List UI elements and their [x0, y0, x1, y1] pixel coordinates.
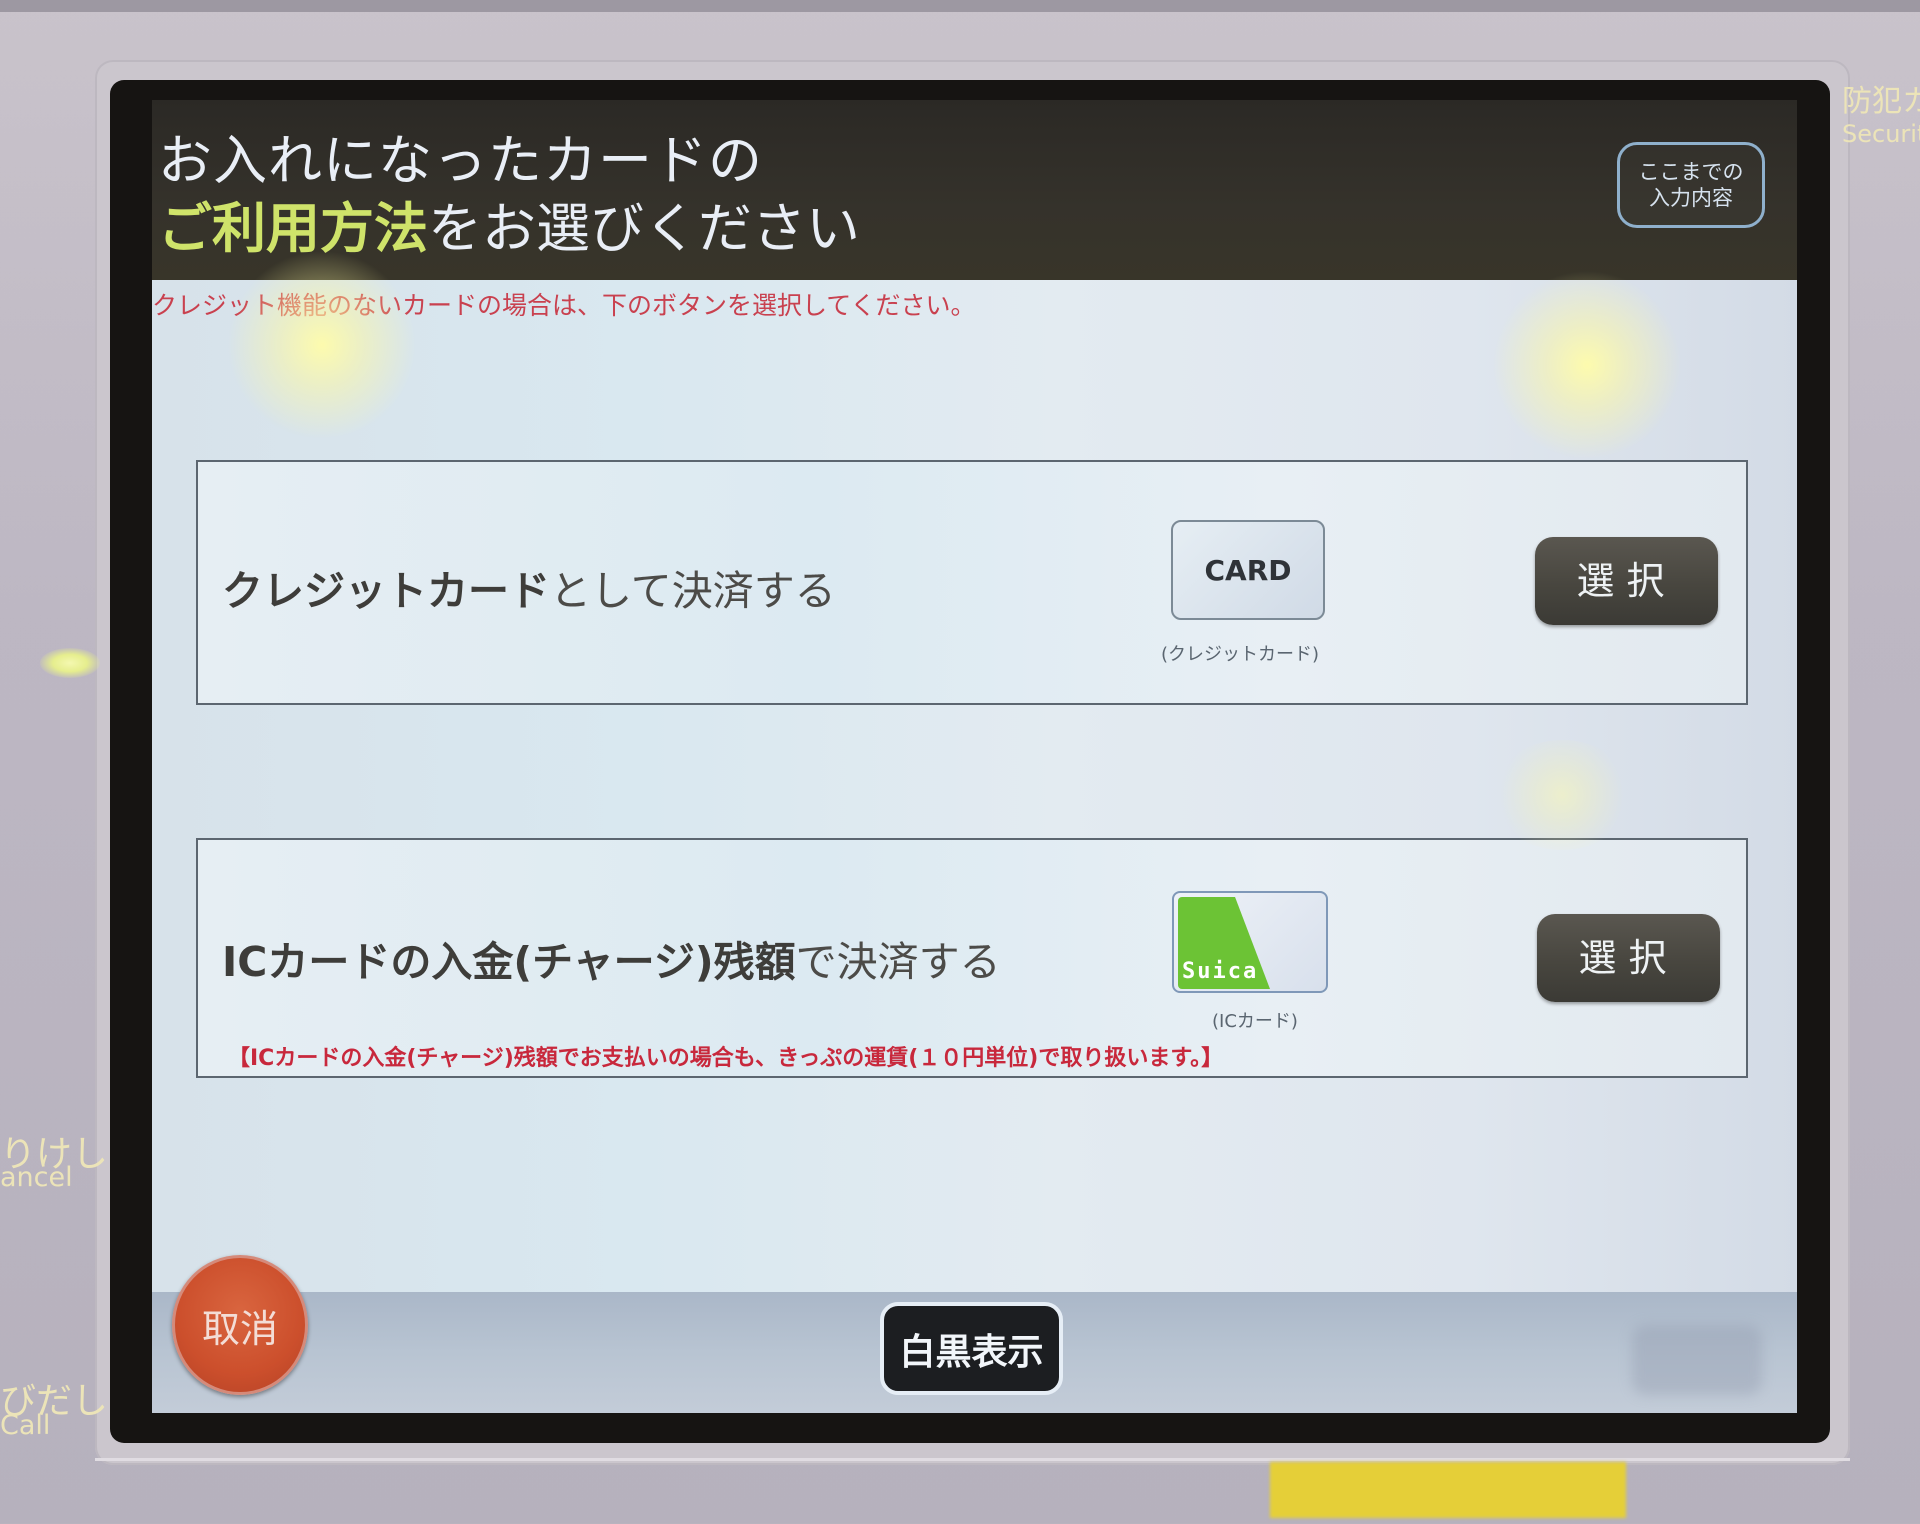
bezel-cancel-label-en: ancel [0, 1162, 73, 1193]
security-camera-label-jp: 防犯カ [1842, 84, 1920, 119]
blurred-yellow-sticker [1270, 1462, 1626, 1518]
option-panel-ic-card: ICカードの入金(チャージ)残額で決済する Suica (ICカード) 選択 【… [196, 838, 1748, 1078]
blurred-terminal-info [1632, 1325, 1762, 1395]
page-title-line2: ご利用方法をお選びください [158, 184, 860, 263]
page-title-accent: ご利用方法 [158, 197, 428, 260]
screen-header: お入れになったカードの ご利用方法をお選びください ここまでの 入力内容 [152, 100, 1797, 280]
select-ic-card-button[interactable]: 選択 [1537, 914, 1720, 1002]
non-credit-card-notice: クレジット機能のないカードの場合は、下のボタンを選択してください。 [152, 291, 976, 320]
input-history-button-line2: 入力内容 [1649, 186, 1733, 210]
light-glare [1492, 740, 1632, 850]
touch-screen: お入れになったカードの ご利用方法をお選びください ここまでの 入力内容 クレジ… [152, 100, 1797, 1413]
ic-card-fare-notice: 【ICカードの入金(チャージ)残額でお支払いの場合も、きっぷの運賃(１０円単位)… [228, 1046, 1224, 1071]
cancel-button[interactable]: 取消 [172, 1255, 308, 1395]
credit-card-icon-text: CARD [1204, 553, 1292, 587]
credit-card-caption: (クレジットカード) [1161, 644, 1320, 665]
page-title-rest: をお選びください [428, 197, 860, 260]
indicator-lamp [40, 648, 100, 678]
input-history-button-line1: ここまでの [1638, 160, 1744, 184]
input-history-button[interactable]: ここまでの 入力内容 [1617, 142, 1765, 228]
bezel-groove [95, 1458, 1850, 1461]
suica-card-icon: Suica [1172, 891, 1328, 993]
ic-card-caption: (ICカード) [1212, 1011, 1298, 1032]
option-label-credit-card: クレジットカードとして決済する [222, 557, 836, 617]
monochrome-display-button[interactable]: 白黒表示 [880, 1302, 1063, 1395]
kiosk-top-edge [0, 0, 1920, 12]
option-label-rest: で決済する [795, 938, 1001, 986]
select-credit-card-button[interactable]: 選択 [1535, 537, 1718, 625]
option-panel-credit-card: クレジットカードとして決済する CARD (クレジットカード) 選択 [196, 460, 1748, 705]
credit-card-icon: CARD [1171, 520, 1325, 620]
option-label-rest: として決済する [550, 567, 836, 615]
suica-logo-text: Suica [1182, 959, 1259, 984]
light-glare [1492, 270, 1682, 460]
option-label-ic-card: ICカードの入金(チャージ)残額で決済する [222, 928, 1001, 988]
security-camera-label-en: Securit [1842, 120, 1920, 148]
bezel-call-label-en: Call [0, 1410, 51, 1441]
option-label-bold: ICカードの入金(チャージ)残額 [222, 938, 796, 986]
option-label-bold: クレジットカード [222, 567, 550, 615]
